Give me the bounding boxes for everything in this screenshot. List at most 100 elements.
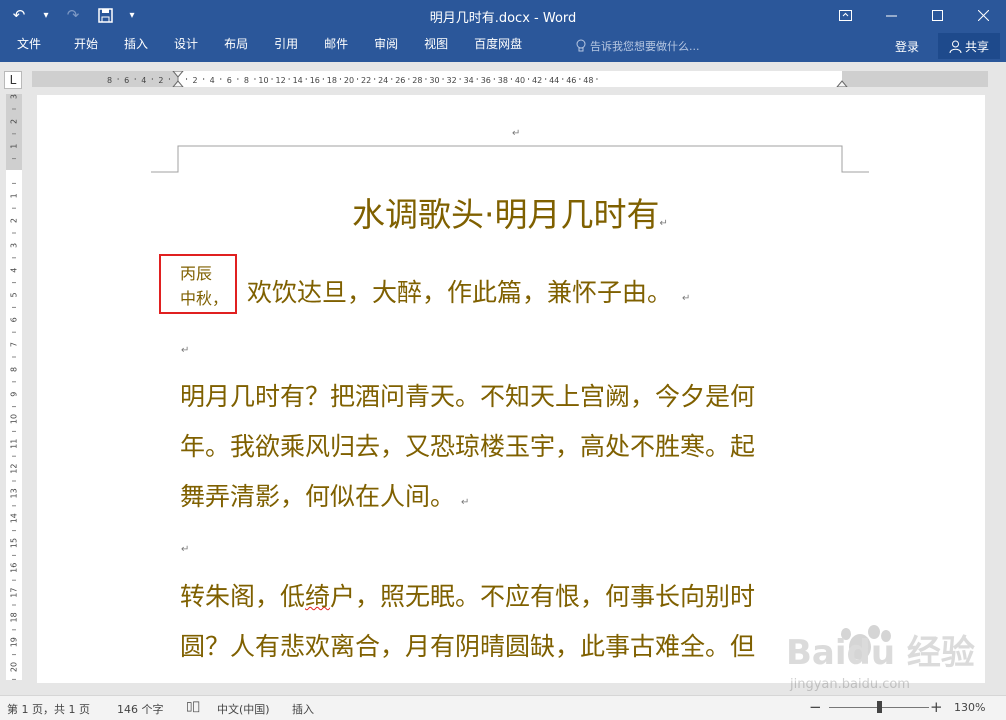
ruler-label: 12 xyxy=(10,464,19,474)
ruler-label: 6 xyxy=(227,76,232,85)
baidu-jingyan-watermark: Baidu 经验 jingyan.baidu.com xyxy=(786,625,975,692)
ruler-label: 4 xyxy=(141,76,146,85)
ruler-label: 11 xyxy=(10,439,19,449)
ruler-label: 28 xyxy=(412,76,422,85)
close-icon[interactable] xyxy=(960,0,1006,30)
ruler-label: 17 xyxy=(10,588,19,598)
ruler-label: 36 xyxy=(481,76,491,85)
ribbon: 文件 开始 插入 设计 布局 引用 邮件 审阅 视图 百度网盘 告诉我您想要做什… xyxy=(0,32,1006,62)
tell-me-placeholder: 告诉我您想要做什么... xyxy=(590,40,700,53)
tab-file[interactable]: 文件 xyxy=(0,32,61,60)
tab-layout[interactable]: 布局 xyxy=(211,32,261,60)
tell-me-box[interactable]: 告诉我您想要做什么... xyxy=(576,35,700,57)
ruler-label: 16 xyxy=(310,76,320,85)
ruler-label: 16 xyxy=(10,563,19,573)
ruler-label: 6 xyxy=(124,76,129,85)
ruler-label: 12 xyxy=(276,76,286,85)
zoom-out-icon[interactable]: − xyxy=(809,698,822,716)
ruler-label: 46 xyxy=(566,76,576,85)
ruler-label: 8 xyxy=(107,76,112,85)
ruler-label: 48 xyxy=(583,76,593,85)
paragraph-line: 明月几时有？把酒问青天。不知天上宫阙，今夕是何 xyxy=(180,382,756,411)
tab-selector[interactable]: L xyxy=(4,71,22,89)
zoom-in-icon[interactable]: + xyxy=(930,698,943,716)
ruler-label: 10 xyxy=(258,76,268,85)
ruler-label: 9 xyxy=(10,392,19,397)
watermark-brand-text: Baidu 经验 xyxy=(786,633,975,673)
word-count[interactable]: 146 个字 xyxy=(117,701,164,717)
tab-review[interactable]: 审阅 xyxy=(361,32,411,60)
zoom-slider-knob[interactable] xyxy=(877,701,882,713)
ruler-label: 10 xyxy=(10,414,19,424)
zoom-level[interactable]: 130% xyxy=(954,701,985,714)
ruler-label: 14 xyxy=(10,513,19,523)
header-boundary xyxy=(151,145,869,173)
paragraph-2[interactable]: 转朱阁，低绮户，照无眠。不应有恨，何事长向别时 圆？人有悲欢离合，月有阴晴圆缺，… xyxy=(180,572,850,672)
status-bar: 第 1 页，共 1 页 146 个字 ▯ͯ 中文(中国) 插入 − + 130% xyxy=(0,695,1006,720)
preface-small-line: 中秋， xyxy=(180,289,229,308)
ribbon-tabs: 文件 开始 插入 设计 布局 引用 邮件 审阅 视图 百度网盘 xyxy=(0,32,535,60)
tab-references[interactable]: 引用 xyxy=(261,32,311,60)
ruler-label: 1 xyxy=(10,144,19,149)
horizontal-ruler[interactable]: 8 6 4 2 2 4 6 8 10 12 14 16 18 20 22 24 26 28 30 32 34 36 38 40… xyxy=(32,71,988,87)
ruler-label: 20 xyxy=(344,76,354,85)
window-controls xyxy=(822,0,1006,30)
ruler-label: 19 xyxy=(10,637,19,647)
share-button[interactable]: 共享 xyxy=(938,33,1000,59)
tab-view[interactable]: 视图 xyxy=(411,32,461,60)
sign-in-link[interactable]: 登录 xyxy=(895,36,919,58)
language-status[interactable]: 中文(中国) xyxy=(217,701,270,717)
ruler-label: 4 xyxy=(210,76,215,85)
ruler-label: 22 xyxy=(361,76,371,85)
ruler-label: 2 xyxy=(10,119,19,124)
ruler-label: 18 xyxy=(327,76,337,85)
tab-home[interactable]: 开始 xyxy=(61,32,111,60)
preface-text[interactable]: 欢饮达旦，大醉，作此篇，兼怀子由。 ↵ xyxy=(247,273,690,309)
tab-design[interactable]: 设计 xyxy=(161,32,211,60)
line-text: 舞弄清影，何似在人间。 xyxy=(180,482,456,511)
ruler-label: 3 xyxy=(10,243,19,248)
proofing-icon[interactable]: ▯ͯ xyxy=(186,699,200,713)
ruler-label: 5 xyxy=(10,292,19,297)
tab-baidu-netdisk[interactable]: 百度网盘 xyxy=(461,32,535,60)
preface-small-line: 丙辰 xyxy=(180,264,213,283)
paragraph-line: 舞弄清影，何似在人间。 ↵ xyxy=(180,472,850,528)
title-bar: ↶ ▾ ↷ ▾ 明月几时有.docx - Word xyxy=(0,0,1006,32)
ruler-label: 40 xyxy=(515,76,525,85)
preface-small-text[interactable]: 丙辰 中秋， xyxy=(180,261,234,311)
share-label: 共享 xyxy=(964,39,989,54)
ruler-label: 32 xyxy=(447,76,457,85)
ruler-label: 2 xyxy=(158,76,163,85)
heading-text: 水调歌头·明月几时有 xyxy=(352,195,660,234)
empty-paragraph-mark: ↵ xyxy=(181,345,190,356)
page-count[interactable]: 第 1 页，共 1 页 xyxy=(7,701,90,717)
tab-insert[interactable]: 插入 xyxy=(111,32,161,60)
ruler-label: 4 xyxy=(10,268,19,273)
minimize-icon[interactable] xyxy=(868,0,914,30)
lightbulb-icon xyxy=(576,39,586,52)
ruler-label: 20 xyxy=(10,662,19,672)
ruler-label: 38 xyxy=(498,76,508,85)
paragraph-line: 转朱阁，低绮户，照无眠。不应有恨，何事长向别时 xyxy=(180,572,850,622)
paragraph-line: 年。我欲乘风归去，又恐琼楼玉宇，高处不胜寒。起 xyxy=(180,432,756,461)
paragraph-mark: ↵ xyxy=(659,218,668,229)
watermark-url-text: jingyan.baidu.com xyxy=(789,677,910,692)
ribbon-display-options-icon[interactable] xyxy=(822,0,868,30)
ruler-label: 8 xyxy=(10,367,19,372)
ruler-label: 2 xyxy=(10,218,19,223)
vertical-ruler[interactable]: 3211234567891011121314151617181920 xyxy=(6,94,22,680)
tab-mailings[interactable]: 邮件 xyxy=(311,32,361,60)
maximize-icon[interactable] xyxy=(914,0,960,30)
line-text: 户，照无眠。不应有恨，何事长向别时 xyxy=(330,582,756,611)
ruler-label: 24 xyxy=(378,76,388,85)
paragraph-1[interactable]: 明月几时有？把酒问青天。不知天上宫阙，今夕是何 年。我欲乘风归去，又恐琼楼玉宇，… xyxy=(180,372,850,528)
ruler-label: 42 xyxy=(532,76,542,85)
ruler-label: 30 xyxy=(429,76,439,85)
ruler-label: 44 xyxy=(549,76,559,85)
ruler-label: 13 xyxy=(10,488,19,498)
ruler-label: 2 xyxy=(193,76,198,85)
spelling-error-text[interactable]: 绮 xyxy=(305,582,330,611)
paragraph-mark: ↵ xyxy=(682,293,691,304)
insert-mode-status[interactable]: 插入 xyxy=(292,701,314,717)
document-heading[interactable]: 水调歌头·明月几时有↵ xyxy=(180,188,840,236)
